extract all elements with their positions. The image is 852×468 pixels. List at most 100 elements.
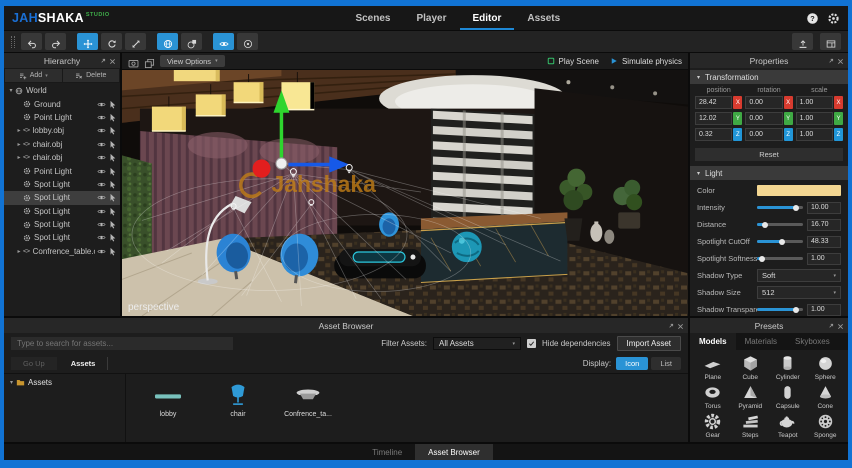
presets-tab-materials[interactable]: Materials	[736, 333, 786, 350]
visibility-eye-icon[interactable]	[97, 220, 106, 229]
delete-button[interactable]: Delete	[63, 69, 120, 82]
bottom-tab-timeline[interactable]: Timeline	[359, 444, 415, 460]
rotate-button[interactable]	[101, 33, 122, 50]
visibility-eye-icon[interactable]	[97, 247, 106, 256]
preset-model-teapot[interactable]: Teapot	[769, 412, 807, 439]
tab-scenes[interactable]: Scenes	[342, 6, 403, 30]
visibility-eye-icon[interactable]	[97, 167, 106, 176]
visibility-button[interactable]	[213, 33, 234, 50]
simulate-physics-button[interactable]: Simulate physics	[610, 57, 682, 66]
preset-model-cone[interactable]: Cone	[807, 383, 845, 410]
shadow-type-select[interactable]: Soft▾	[757, 269, 841, 282]
tab-assets[interactable]: Assets	[514, 6, 573, 30]
hide-dependencies-checkbox[interactable]	[527, 339, 536, 348]
expand-caret-icon[interactable]: ▸	[15, 248, 23, 255]
display-list-button[interactable]: List	[651, 357, 681, 370]
hierarchy-item-spot-light[interactable]: Spot Light	[4, 178, 120, 191]
visibility-eye-icon[interactable]	[97, 233, 106, 242]
popout-icon[interactable]	[667, 322, 674, 329]
presets-tab-models[interactable]: Models	[690, 333, 736, 350]
folder-row-assets[interactable]: ▾ Assets	[10, 378, 119, 387]
spotlight-cutoff-slider[interactable]	[757, 240, 803, 243]
orbit-button[interactable]	[237, 33, 258, 50]
export-button[interactable]	[792, 33, 813, 50]
scene-3d[interactable]: Jahshaka perspective	[122, 70, 688, 316]
rotation-x-value[interactable]: 0.00	[745, 96, 782, 109]
pick-cursor-icon[interactable]	[108, 247, 117, 256]
preset-model-torus[interactable]: Torus	[694, 383, 732, 410]
light-section-header[interactable]: ▾ Light	[690, 166, 848, 180]
hierarchy-item-spot-light[interactable]: Spot Light	[4, 231, 120, 244]
expand-caret-icon[interactable]: ▸	[15, 127, 23, 134]
distance-value[interactable]: 16.70	[807, 219, 841, 231]
expand-caret-icon[interactable]: ▸	[15, 154, 23, 161]
assets-tab[interactable]: Assets	[59, 357, 109, 370]
position-x-value[interactable]: 28.42	[695, 96, 732, 109]
close-icon[interactable]	[677, 322, 684, 329]
preset-model-capsule[interactable]: Capsule	[769, 383, 807, 410]
shadow-transparency-value[interactable]: 1.00	[807, 304, 841, 316]
pick-cursor-icon[interactable]	[108, 100, 117, 109]
hierarchy-item-spot-light[interactable]: Spot Light	[4, 191, 120, 204]
position-y-value[interactable]: 12.02	[695, 112, 732, 125]
visibility-eye-icon[interactable]	[97, 180, 106, 189]
close-icon[interactable]	[837, 322, 844, 329]
intensity-slider[interactable]	[757, 206, 803, 209]
position-z-value[interactable]: 0.32	[695, 128, 732, 141]
pick-cursor-icon[interactable]	[108, 207, 117, 216]
asset-item-confrence-ta[interactable]: Confrence_ta...	[280, 383, 336, 418]
camera-mode-label[interactable]: perspective	[128, 302, 179, 313]
clone-icon[interactable]	[144, 56, 155, 67]
preset-model-steps[interactable]: Steps	[732, 412, 770, 439]
hierarchy-item-chair-obj[interactable]: ▸<>chair.obj	[4, 151, 120, 164]
expand-caret-icon[interactable]: ▾	[7, 87, 15, 94]
settings-gear-icon[interactable]	[827, 12, 840, 25]
pick-cursor-icon[interactable]	[108, 113, 117, 122]
redo-button[interactable]	[45, 33, 66, 50]
hierarchy-item-point-light[interactable]: Point Light	[4, 111, 120, 124]
visibility-eye-icon[interactable]	[97, 126, 106, 135]
hierarchy-item-confrence-table-obj[interactable]: ▸<>Confrence_table.obj	[4, 245, 120, 258]
hierarchy-item-spot-light[interactable]: Spot Light	[4, 205, 120, 218]
popout-icon[interactable]	[827, 57, 834, 64]
help-icon[interactable]: ?	[806, 12, 819, 25]
hierarchy-item-world[interactable]: ▾World	[4, 84, 120, 97]
preset-model-gear[interactable]: Gear	[694, 412, 732, 439]
filter-assets-dropdown[interactable]: All Assets ▾	[433, 337, 521, 350]
visibility-eye-icon[interactable]	[97, 100, 106, 109]
intensity-value[interactable]: 10.00	[807, 202, 841, 214]
scale-y-value[interactable]: 1.00	[796, 112, 833, 125]
bottom-tab-asset-browser[interactable]: Asset Browser	[415, 444, 493, 460]
pick-cursor-icon[interactable]	[108, 126, 117, 135]
hierarchy-item-chair-obj[interactable]: ▸<>chair.obj	[4, 138, 120, 151]
preset-model-plane[interactable]: Plane	[694, 354, 732, 381]
pick-cursor-icon[interactable]	[108, 233, 117, 242]
scale-button[interactable]	[125, 33, 146, 50]
spotlight-cutoff-value[interactable]: 48.33	[807, 236, 841, 248]
pick-cursor-icon[interactable]	[108, 167, 117, 176]
pick-cursor-icon[interactable]	[108, 220, 117, 229]
popout-icon[interactable]	[827, 322, 834, 329]
asset-search-input[interactable]	[11, 337, 233, 350]
hierarchy-item-spot-light[interactable]: Spot Light	[4, 218, 120, 231]
visibility-eye-icon[interactable]	[97, 207, 106, 216]
expand-caret-icon[interactable]: ▸	[15, 141, 23, 148]
undo-button[interactable]	[21, 33, 42, 50]
hierarchy-item-lobby-obj[interactable]: ▸<>lobby.obj	[4, 124, 120, 137]
distance-slider[interactable]	[757, 223, 803, 226]
preset-model-sponge[interactable]: Sponge	[807, 412, 845, 439]
visibility-eye-icon[interactable]	[97, 113, 106, 122]
toolbar-grip-handle[interactable]	[11, 36, 15, 48]
capture-icon[interactable]	[128, 56, 139, 67]
shadow-size-select[interactable]: 512▾	[757, 286, 841, 299]
popout-icon[interactable]	[99, 57, 106, 64]
transformation-section-header[interactable]: ▾ Transformation	[690, 70, 848, 84]
spotlight-softness-value[interactable]: 1.00	[807, 253, 841, 265]
asset-item-lobby[interactable]: lobby	[140, 383, 196, 418]
view-options-button[interactable]: View Options ▾	[160, 55, 225, 67]
preset-model-sphere[interactable]: Sphere	[807, 354, 845, 381]
pick-cursor-icon[interactable]	[108, 140, 117, 149]
add-button[interactable]: Add▾	[5, 69, 62, 82]
hierarchy-item-point-light[interactable]: Point Light	[4, 164, 120, 177]
preset-model-cube[interactable]: Cube	[732, 354, 770, 381]
